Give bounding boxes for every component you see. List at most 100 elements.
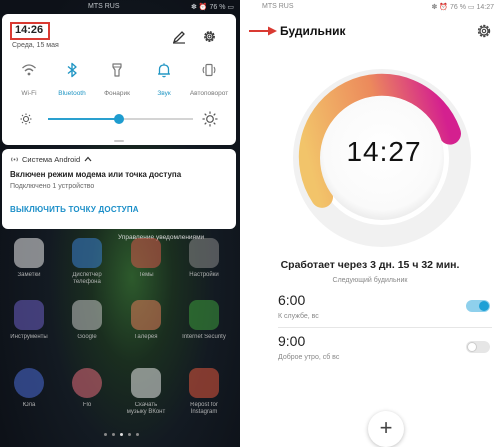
quick-settings-panel: 14:26 Среда, 15 мая Wi-Fi Bluetooth Фона… — [2, 14, 236, 145]
disable-hotspot-button[interactable]: ВЫКЛЮЧИТЬ ТОЧКУ ДОСТУПА — [10, 205, 139, 214]
app-label: Инструменты — [10, 334, 48, 340]
divider — [278, 327, 492, 328]
notification-title: Включен режим модема или точка доступа — [10, 170, 182, 179]
brightness-thumb[interactable] — [114, 114, 125, 124]
gallery-icon — [131, 300, 161, 330]
carrier-label: MTS RUS — [262, 3, 294, 10]
brightness-low-icon — [20, 113, 32, 125]
status-bar: MTS RUS ✽ ⏰ 76 % ▭ — [0, 0, 240, 13]
app-google[interactable]: Google — [59, 300, 115, 341]
security-icon — [189, 300, 219, 330]
app-vk-music[interactable]: Скачать музыку ВКонт — [118, 368, 174, 416]
clock-time: 14:27 — [346, 136, 422, 167]
app-label: Диспетчер телефона — [72, 272, 102, 285]
hotspot-notification[interactable]: Система Android Включен режим модема или… — [2, 149, 236, 229]
next-alarm-label: Следующий будильник — [332, 277, 408, 284]
repost-icon — [189, 368, 219, 398]
settings-app-icon — [189, 238, 219, 268]
brightness-fill — [48, 118, 120, 120]
tile-label: Bluetooth — [58, 90, 86, 97]
hotspot-icon — [11, 157, 18, 162]
alarm-screen: MTS RUS ✽ ⏰ 76 % ▭ 14:27 Будильник 14:27… — [240, 0, 500, 447]
app-repost[interactable]: Repost for Instagram — [176, 368, 232, 416]
app-label: Настройки — [189, 272, 219, 278]
carrier-label: MTS RUS — [88, 3, 120, 10]
quick-tiles: Wi-Fi Bluetooth Фонарик Звук Автоповорот — [2, 62, 236, 112]
folder-icon — [72, 300, 102, 330]
app-label: Flo — [82, 402, 92, 408]
gear-icon[interactable] — [476, 23, 492, 39]
tile-autorotate[interactable]: Автоповорот — [186, 62, 232, 97]
status-bar: MTS RUS ✽ ⏰ 76 % ▭ 14:27 — [240, 0, 500, 13]
star-icon — [14, 368, 44, 398]
app-label: Скачать музыку ВКонт — [126, 402, 166, 415]
notification-source: Система Android — [10, 155, 92, 164]
pencil-icon[interactable] — [172, 30, 186, 44]
status-indicators: ✽ ⏰ 76 % ▭ — [191, 4, 234, 11]
notification-source-label: Система Android — [22, 155, 81, 164]
status-time: 14:27 — [476, 4, 494, 11]
gear-icon[interactable] — [202, 29, 217, 44]
app-label: Internet Security — [182, 334, 226, 340]
brightness-slider[interactable] — [48, 114, 193, 124]
alarm-toggle[interactable] — [466, 341, 490, 353]
tile-bluetooth[interactable]: Bluetooth — [49, 62, 95, 97]
page-title: Будильник — [280, 24, 346, 38]
alarm-toggle[interactable] — [466, 300, 490, 312]
alarm-time: 9:00 — [278, 333, 306, 349]
alarm-time: 6:00 — [278, 292, 306, 308]
alarm-item[interactable]: 9:00 Доброе утро, сб вс — [240, 333, 500, 377]
download-icon — [131, 368, 161, 398]
alarm-item[interactable]: 6:00 К службе, вс — [240, 292, 500, 336]
app-label: Темы — [138, 272, 154, 278]
status-indicators: ✽ ⏰ 76 % ▭ 14:27 — [432, 3, 494, 11]
app-yula[interactable]: Юла — [1, 368, 57, 409]
app-themes[interactable]: Темы — [118, 238, 174, 279]
app-flo[interactable]: Flo — [59, 368, 115, 409]
add-alarm-button[interactable]: + — [368, 411, 404, 447]
next-alarm-countdown: Сработает через 3 дн. 15 ч 32 мин. — [280, 259, 460, 271]
toggle-knob — [467, 342, 477, 352]
rotate-icon — [202, 63, 216, 77]
flo-icon — [72, 368, 102, 398]
drag-handle[interactable] — [114, 140, 124, 142]
notification-subtitle: Подключено 1 устройство — [10, 183, 95, 190]
tile-label: Звук — [157, 90, 171, 97]
tile-flashlight[interactable]: Фонарик — [94, 62, 140, 97]
app-label: Галерея — [134, 334, 158, 340]
app-settings[interactable]: Настройки — [176, 238, 232, 279]
app-tools[interactable]: Инструменты — [1, 300, 57, 341]
shade-time: 14:26 — [15, 24, 44, 36]
app-label: Юла — [22, 402, 36, 408]
wifi-icon — [22, 64, 36, 76]
themes-icon — [131, 238, 161, 268]
red-arrow-icon — [249, 26, 277, 36]
brightness-row — [2, 110, 236, 134]
bell-icon — [158, 63, 170, 78]
app-notes[interactable]: Заметки — [1, 238, 57, 279]
app-label: Заметки — [17, 272, 41, 278]
tile-sound[interactable]: Звук — [141, 62, 187, 97]
status-icons: ✽ ⏰ 76 % ▭ — [431, 4, 475, 11]
tile-label: Wi-Fi — [21, 90, 37, 97]
app-internet-security[interactable]: Internet Security — [176, 300, 232, 341]
alarm-description: Доброе утро, сб вс — [278, 354, 340, 361]
toggle-knob — [479, 301, 489, 311]
tile-label: Фонарик — [104, 90, 130, 97]
notification-shade-screen: MTS RUS ✽ ⏰ 76 % ▭ 14:26 Среда, 15 мая W… — [0, 0, 240, 447]
shield-icon — [72, 238, 102, 268]
app-label: Google — [77, 334, 97, 340]
alarm-description: К службе, вс — [278, 313, 319, 320]
brightness-high-icon — [202, 111, 218, 127]
chevron-up-icon[interactable] — [84, 156, 92, 162]
app-gallery[interactable]: Галерея — [118, 300, 174, 341]
shade-date[interactable]: Среда, 15 мая — [12, 42, 59, 49]
flashlight-icon — [112, 63, 122, 77]
home-app-grid: Заметки Диспетчер телефона Темы Настройк… — [0, 238, 240, 447]
app-label: Repost for Instagram — [190, 402, 218, 415]
folder-icon — [14, 300, 44, 330]
bluetooth-icon — [67, 62, 77, 78]
app-phone-manager[interactable]: Диспетчер телефона — [59, 238, 115, 286]
tile-wifi[interactable]: Wi-Fi — [6, 62, 52, 97]
notes-icon — [14, 238, 44, 268]
